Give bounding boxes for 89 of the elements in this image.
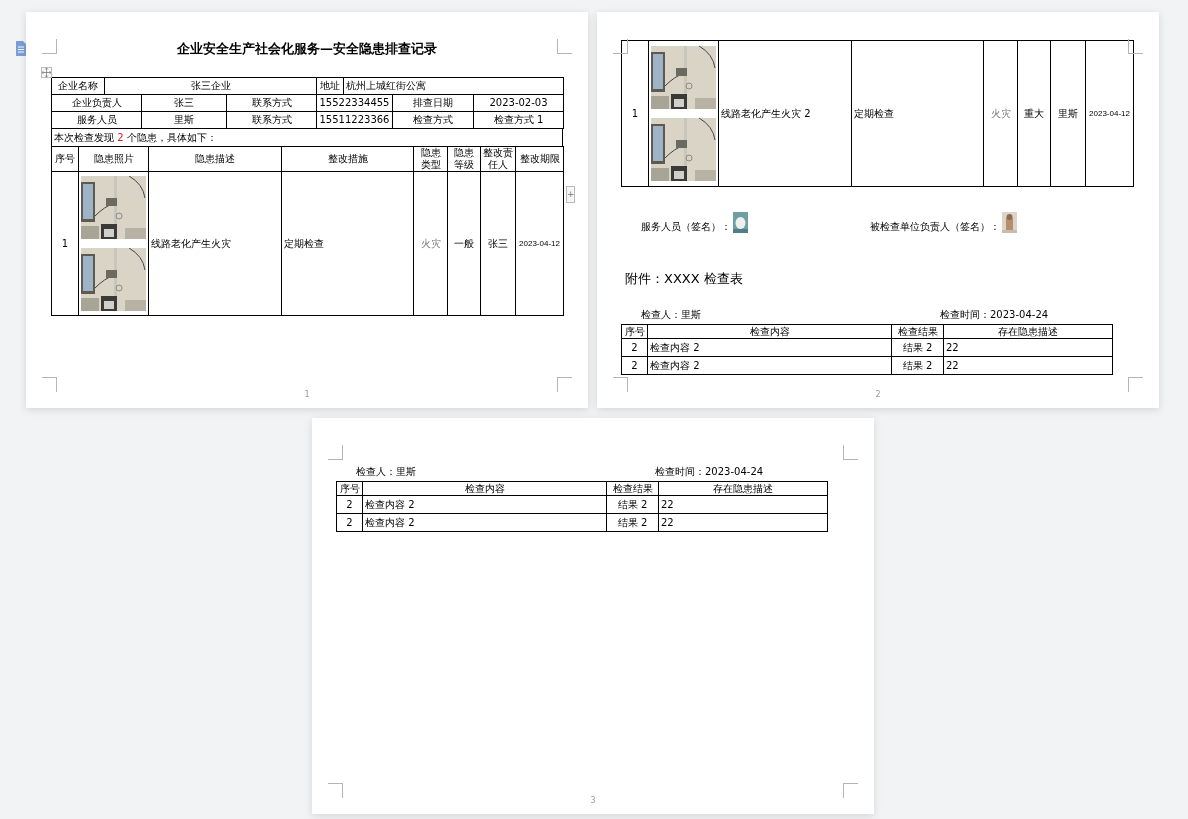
table-cell: 里斯 — [141, 111, 227, 129]
table-cell: 张三企业 — [104, 77, 317, 95]
crop-mark — [42, 377, 57, 392]
column-header: 整改措施 — [281, 146, 414, 172]
table-cell: 1 — [621, 40, 649, 187]
table-cell: 2023-04-12 — [1085, 40, 1134, 187]
table-cell: 22 — [943, 356, 1113, 375]
table-cell: 检查方式 — [392, 111, 474, 129]
crop-mark — [557, 39, 572, 54]
column-header: 检查内容 — [647, 324, 892, 339]
summary-text: 本次检查发现 2 个隐患，具体如下： — [51, 128, 563, 147]
inspector-text: 检查人：里斯 — [356, 466, 417, 478]
table-cell: 地址 — [316, 77, 344, 95]
table-cell: 火灾 — [413, 171, 448, 316]
column-header: 序号 — [621, 324, 648, 339]
signature-label: 服务人员（签名）： — [641, 221, 731, 233]
table-cell: 22 — [943, 338, 1113, 357]
move-handle-icon[interactable] — [41, 67, 52, 78]
page-number: 1 — [304, 390, 310, 399]
table-cell: 火灾 — [983, 40, 1018, 187]
table-cell: 2023-02-03 — [473, 94, 564, 112]
table-cell: 张三 — [480, 171, 516, 316]
table-cell: 15522334455 — [316, 94, 393, 112]
document-icon[interactable] — [15, 41, 27, 56]
column-header: 检查内容 — [362, 481, 607, 496]
inspection-time-text: 检查时间：2023-04-24 — [940, 309, 1049, 321]
table-cell: 企业名称 — [51, 77, 105, 95]
table-cell: 结果 2 — [606, 495, 659, 514]
table-cell: 张三 — [141, 94, 227, 112]
table-cell: 排查日期 — [392, 94, 474, 112]
crop-mark — [843, 783, 858, 798]
column-header: 检查结果 — [891, 324, 944, 339]
crop-mark — [843, 445, 858, 460]
table-cell: 企业负责人 — [51, 94, 142, 112]
table-cell: 检查内容 2 — [362, 495, 607, 514]
table-cell: 2 — [621, 338, 648, 357]
table-cell: 定期检查 — [851, 40, 984, 187]
crop-mark — [1128, 39, 1143, 54]
table-cell: 22 — [658, 495, 828, 514]
table-cell: 2 — [336, 495, 363, 514]
column-header: 隐患类型 — [413, 146, 448, 172]
table-cell: 线路老化产生火灾 2 — [718, 40, 852, 187]
column-header: 序号 — [336, 481, 363, 496]
table-cell: 1 — [51, 171, 79, 316]
table-cell: 2023-04-12 — [515, 171, 564, 316]
table-cell: 联系方式 — [226, 111, 317, 129]
crop-mark — [557, 377, 572, 392]
crop-mark — [328, 445, 343, 460]
table-cell: 服务人员 — [51, 111, 142, 129]
document-title: 企业安全生产社会化服务—安全隐患排查记录 — [176, 40, 438, 58]
table-cell: 定期检查 — [281, 171, 414, 316]
column-header: 隐患等级 — [447, 146, 481, 172]
column-header: 隐患描述 — [148, 146, 282, 172]
table-cell: 2 — [336, 513, 363, 532]
table-cell: 结果 2 — [891, 338, 944, 357]
table-cell: 检查方式 1 — [473, 111, 564, 129]
column-header: 序号 — [51, 146, 79, 172]
table-cell: 2 — [621, 356, 648, 375]
table-cell: 22 — [658, 513, 828, 532]
table-cell: 结果 2 — [891, 356, 944, 375]
table-cell: 一般 — [447, 171, 481, 316]
crop-mark — [328, 783, 343, 798]
inspection-time-text: 检查时间：2023-04-24 — [655, 466, 764, 478]
column-header: 整改期限 — [515, 146, 564, 172]
table-cell: 15511223366 — [316, 111, 393, 129]
table-cell: 联系方式 — [226, 94, 317, 112]
crop-mark — [1128, 377, 1143, 392]
crop-mark — [613, 377, 628, 392]
column-header: 隐患照片 — [78, 146, 149, 172]
table-cell: 重大 — [1017, 40, 1051, 187]
page-number: 3 — [590, 796, 596, 805]
table-cell: 检查内容 2 — [647, 356, 892, 375]
column-header: 存在隐患描述 — [658, 481, 828, 496]
signature-label: 被检查单位负责人（签名）： — [870, 221, 1000, 233]
table-cell: 线路老化产生火灾 — [148, 171, 282, 316]
table-cell: 结果 2 — [606, 513, 659, 532]
column-header: 存在隐患描述 — [943, 324, 1113, 339]
add-button[interactable]: + — [566, 186, 575, 203]
column-header: 整改责任人 — [480, 146, 516, 172]
table-cell: 检查内容 2 — [362, 513, 607, 532]
table-cell: 里斯 — [1050, 40, 1086, 187]
column-header: 检查结果 — [606, 481, 659, 496]
appendix-title: 附件：XXXX 检查表 — [625, 271, 744, 287]
crop-mark — [42, 39, 57, 54]
page-number: 2 — [875, 390, 881, 399]
inspector-text: 检查人：里斯 — [641, 309, 702, 321]
table-cell: 杭州上城红街公寓 — [343, 77, 564, 95]
table-cell: 检查内容 2 — [647, 338, 892, 357]
crop-mark — [613, 39, 628, 54]
